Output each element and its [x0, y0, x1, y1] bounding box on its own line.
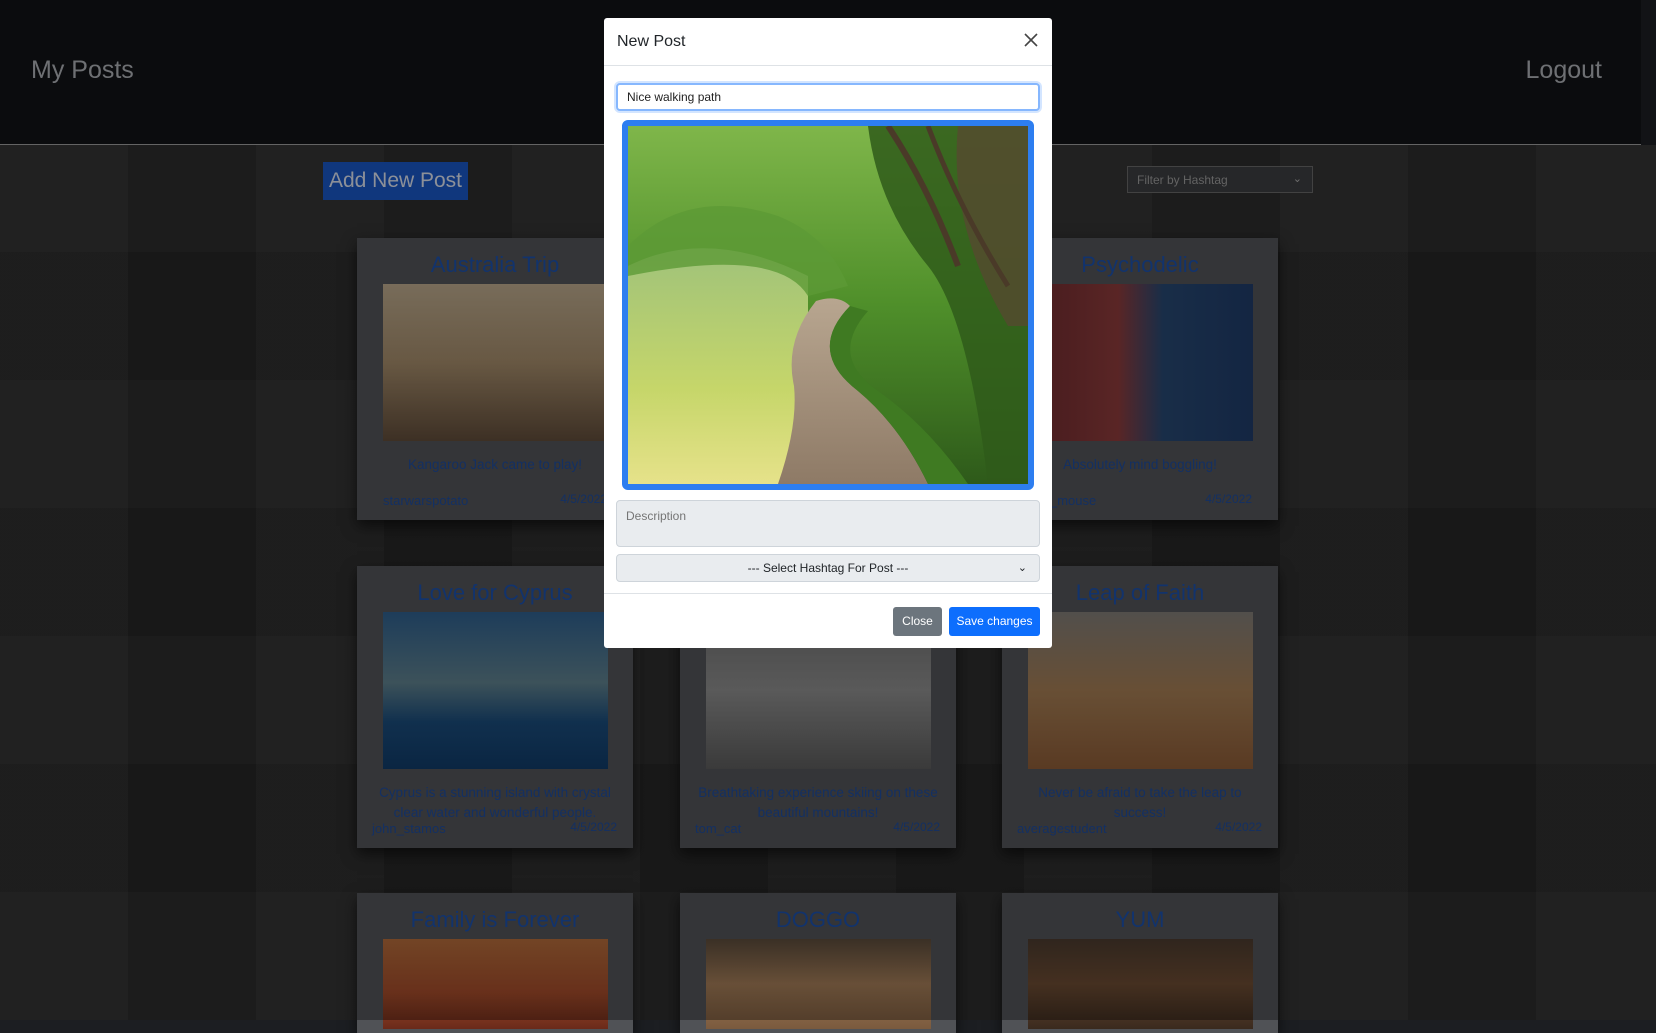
- description-textarea[interactable]: [616, 500, 1040, 547]
- post-title-input[interactable]: [616, 83, 1040, 111]
- walking-path-image: [628, 126, 1028, 484]
- hashtag-select-label: --- Select Hashtag For Post ---: [747, 561, 909, 575]
- save-changes-button[interactable]: Save changes: [949, 607, 1040, 636]
- modal-title: New Post: [617, 33, 686, 50]
- chevron-down-icon: ⌄: [1017, 562, 1027, 574]
- modal-footer: Close Save changes: [604, 593, 1052, 649]
- close-button[interactable]: Close: [893, 607, 942, 636]
- close-icon[interactable]: [1020, 29, 1042, 51]
- hashtag-select[interactable]: --- Select Hashtag For Post --- ⌄: [616, 554, 1040, 582]
- new-post-modal: New Post Nice walking path Description -…: [604, 18, 1052, 648]
- modal-header: New Post: [604, 18, 1052, 66]
- image-preview[interactable]: [622, 120, 1034, 490]
